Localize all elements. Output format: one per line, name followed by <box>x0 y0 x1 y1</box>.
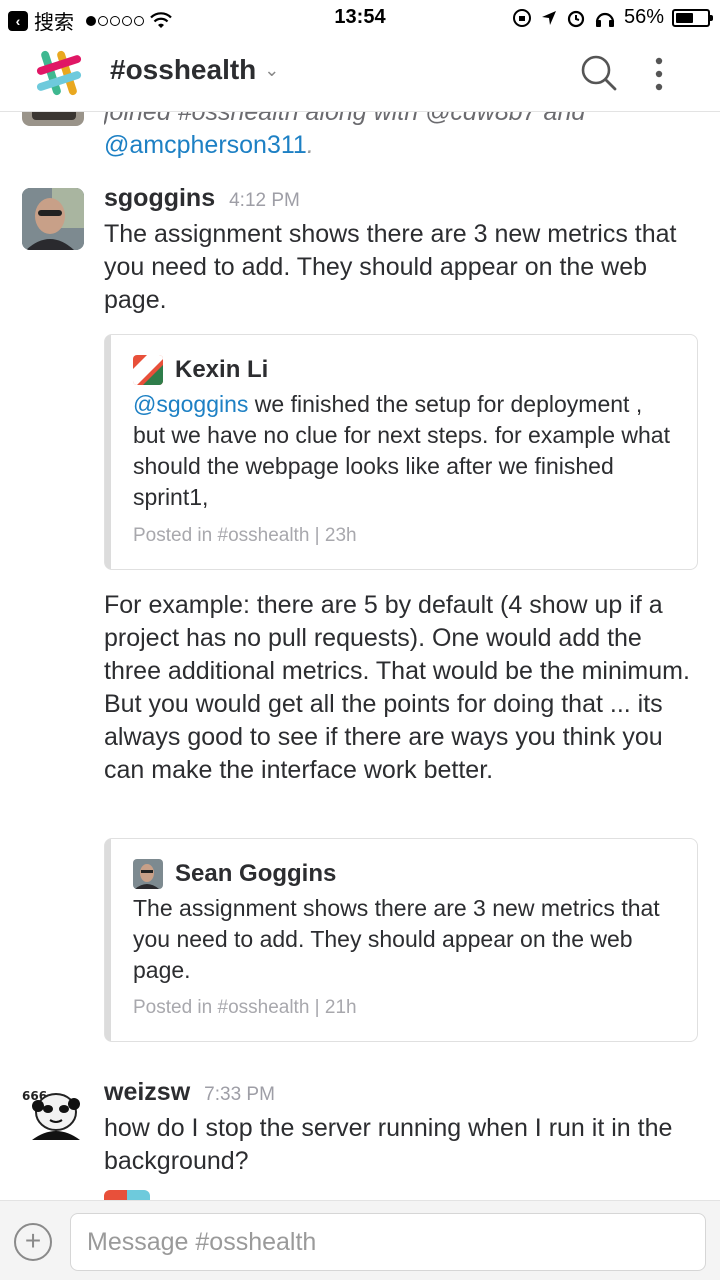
quote-footer[interactable]: Posted in #osshealth | 21h <box>133 997 357 1019</box>
quote-text: @sgoggins we finished the setup for depl… <box>133 389 673 513</box>
punctuation: . <box>306 131 314 159</box>
message-text: The assignment shows there are 3 new met… <box>104 220 677 314</box>
partial-message: joined #osshealth along with @cdw8b7 and… <box>104 112 704 162</box>
quote-footer[interactable]: Posted in #osshealth | 23h <box>133 525 357 547</box>
partial-avatar <box>22 112 84 126</box>
avatar <box>133 859 163 889</box>
battery-icon <box>672 8 713 27</box>
partial-line-2: @amcpherson311. <box>104 129 704 162</box>
location-icon <box>541 10 556 25</box>
username[interactable]: weizsw <box>104 1078 190 1106</box>
message-header: weizsw 7:33 PM <box>104 1078 275 1107</box>
message-text: For example: there are 5 by default (4 s… <box>104 591 690 784</box>
message-composer: + <box>0 1200 720 1280</box>
status-right: 56% <box>512 6 713 29</box>
chevron-down-icon: ⌄ <box>264 59 280 80</box>
message-text: how do I stop the server running when I … <box>104 1114 673 1175</box>
user-mention[interactable]: @amcpherson311 <box>104 131 307 159</box>
partial-avatar <box>104 1190 150 1200</box>
shared-message-card[interactable]: Kexin Li @sgoggins we finished the setup… <box>104 334 698 570</box>
channel-title[interactable]: #osshealth ⌄ <box>110 54 279 86</box>
username[interactable]: sgoggins <box>104 184 215 212</box>
search-icon[interactable] <box>580 54 618 92</box>
alarm-icon <box>567 10 585 27</box>
quote-header: Sean Goggins <box>133 859 336 889</box>
quote-bar <box>105 335 111 569</box>
slack-logo-icon[interactable] <box>34 48 84 98</box>
quote-bar <box>105 839 111 1041</box>
avatar <box>133 355 163 385</box>
avatar[interactable] <box>22 188 84 250</box>
message-list[interactable]: joined #osshealth along with @cdw8b7 and… <box>0 112 720 1200</box>
avatar[interactable]: 666 <box>22 1082 84 1144</box>
add-attachment-icon[interactable]: + <box>14 1223 52 1261</box>
status-bar: ‹ 搜索 13:54 56% <box>0 0 720 36</box>
partial-line: joined #osshealth along with @cdw8b7 and <box>104 112 586 126</box>
battery-percent: 56% <box>623 6 664 28</box>
channel-name: #osshealth <box>110 54 257 85</box>
rotation-lock-icon <box>512 8 531 27</box>
quote-author[interactable]: Kexin Li <box>175 356 268 384</box>
quote-author[interactable]: Sean Goggins <box>175 860 336 888</box>
channel-header: #osshealth ⌄ <box>0 36 720 112</box>
quote-header: Kexin Li <box>133 355 268 385</box>
shared-message-card[interactable]: Sean Goggins The assignment shows there … <box>104 838 698 1042</box>
timestamp: 7:33 PM <box>204 1084 275 1105</box>
quote-text: The assignment shows there are 3 new met… <box>133 895 660 983</box>
message-input[interactable] <box>70 1213 706 1271</box>
timestamp: 4:12 PM <box>229 190 300 211</box>
headphones-icon <box>595 12 615 27</box>
message-header: sgoggins 4:12 PM <box>104 184 300 213</box>
more-options-icon[interactable] <box>648 56 670 92</box>
user-mention[interactable]: @sgoggins <box>133 391 248 417</box>
